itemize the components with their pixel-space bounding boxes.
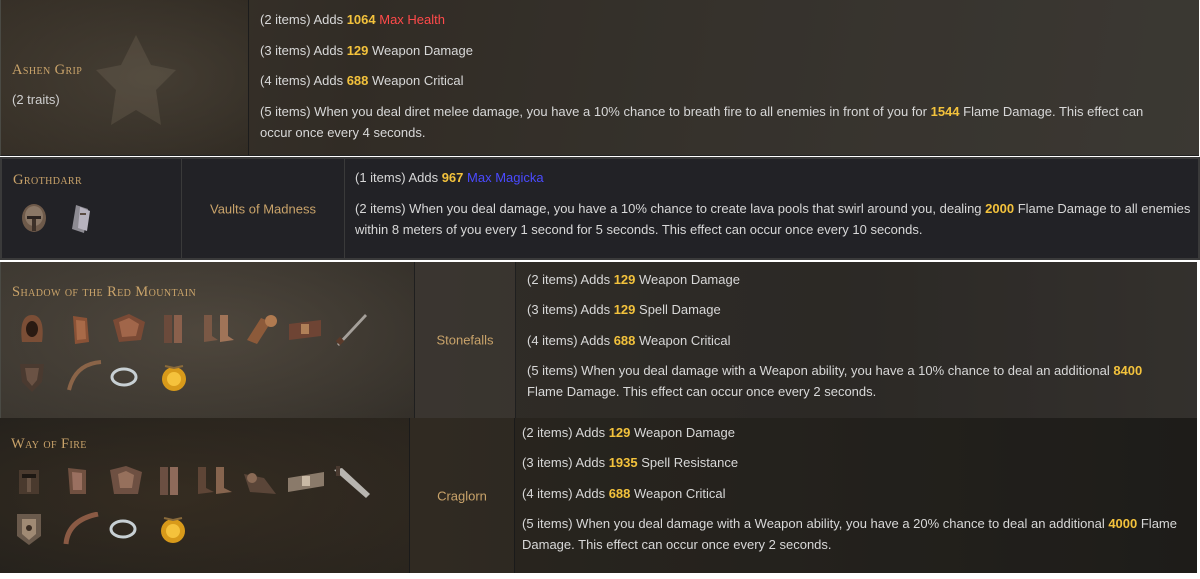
bonus-line: (2 items) Adds 129 Weapon Damage (522, 425, 735, 440)
set-location[interactable]: Vaults of Madness (182, 201, 344, 216)
location-cell: Vaults of Madness (182, 159, 345, 258)
bonus-line: (5 items) When you deal diret melee dama… (260, 104, 1144, 140)
ring-icon[interactable] (109, 360, 139, 394)
gloves-icon[interactable] (240, 464, 280, 498)
bonus-line: (2 items) When you deal damage, you have… (355, 201, 1191, 237)
set-name: Grothdarr (13, 172, 83, 188)
shoulder-icon[interactable] (65, 312, 95, 346)
shoulder-icon[interactable] (62, 464, 92, 498)
bonus-line: (4 items) Adds 688 Weapon Critical (527, 333, 731, 348)
shield-icon[interactable] (17, 360, 47, 394)
ring-icon[interactable] (108, 512, 138, 546)
emblem-watermark (96, 35, 176, 125)
set-name: Way of Fire (11, 436, 87, 452)
bonus-line: (2 items) Adds 129 Weapon Damage (527, 272, 740, 287)
bonus-line: (3 items) Adds 129 Weapon Damage (260, 43, 473, 58)
helmet-icon[interactable] (14, 464, 44, 498)
belt-icon[interactable] (286, 464, 326, 498)
gloves-icon[interactable] (243, 312, 283, 346)
set-row-shadow-of-the-red-mountain: Shadow of the Red Mountain Stonefalls (2… (0, 262, 1197, 418)
boots-icon[interactable] (198, 312, 238, 346)
bonus-line: (4 items) Adds 688 Weapon Critical (260, 73, 464, 88)
set-name: Ashen Grip (12, 62, 83, 78)
bonus-line: (5 items) When you deal damage with a We… (527, 363, 1143, 399)
chest-icon[interactable] (106, 464, 146, 498)
location-cell: Craglorn (410, 418, 515, 573)
bonus-line: (1 items) Adds 967 Max Magicka (355, 170, 544, 185)
chest-icon[interactable] (109, 312, 149, 346)
amulet-icon[interactable] (158, 512, 188, 546)
helmet-icon[interactable] (19, 201, 49, 235)
bonus-line: (3 items) Adds 129 Spell Damage (527, 302, 721, 317)
dagger-icon[interactable] (331, 312, 371, 346)
bonus-line: (4 items) Adds 688 Weapon Critical (522, 486, 726, 501)
set-row-grothdarr: Grothdarr Vaults of Madness (1 items) Ad… (0, 157, 1200, 260)
set-name-cell: Ashen Grip (2 traits) (1, 0, 249, 155)
set-traits: (2 traits) (12, 92, 60, 107)
shield-icon[interactable] (14, 512, 44, 546)
set-name-cell: Way of Fire (0, 418, 410, 573)
legs-icon[interactable] (158, 312, 188, 346)
set-location[interactable]: Stonefalls (415, 333, 515, 348)
set-name-cell: Shadow of the Red Mountain (1, 262, 415, 418)
bow-icon[interactable] (62, 512, 102, 546)
set-bonuses-cell: (2 items) Adds 129 Weapon Damage (3 item… (515, 418, 1197, 573)
shoulder-icon[interactable] (66, 201, 96, 235)
hood-icon[interactable] (17, 312, 47, 346)
set-row-ashen-grip: Ashen Grip (2 traits) (2 items) Adds 106… (0, 0, 1199, 156)
set-row-way-of-fire: Way of Fire Craglorn (2 items) Adds 129 … (0, 418, 1197, 573)
belt-icon[interactable] (285, 312, 325, 346)
location-cell: Stonefalls (415, 262, 516, 418)
set-name-cell: Grothdarr (2, 159, 182, 258)
bonus-line: (5 items) When you deal damage with a We… (522, 516, 1177, 552)
set-name: Shadow of the Red Mountain (12, 284, 197, 300)
set-bonuses-cell: (1 items) Adds 967 Max Magicka (2 items)… (345, 159, 1198, 258)
bonus-line: (3 items) Adds 1935 Spell Resistance (522, 455, 739, 470)
boots-icon[interactable] (194, 464, 234, 498)
legs-icon[interactable] (154, 464, 184, 498)
set-bonuses-cell: (2 items) Adds 129 Weapon Damage (3 item… (516, 262, 1197, 418)
sword-icon[interactable] (332, 464, 372, 498)
amulet-icon[interactable] (159, 360, 189, 394)
bonus-line: (2 items) Adds 1064 Max Health (260, 12, 445, 27)
bow-icon[interactable] (65, 360, 105, 394)
set-location[interactable]: Craglorn (410, 488, 514, 503)
set-bonuses-cell: (2 items) Adds 1064 Max Health (3 items)… (249, 0, 1199, 155)
